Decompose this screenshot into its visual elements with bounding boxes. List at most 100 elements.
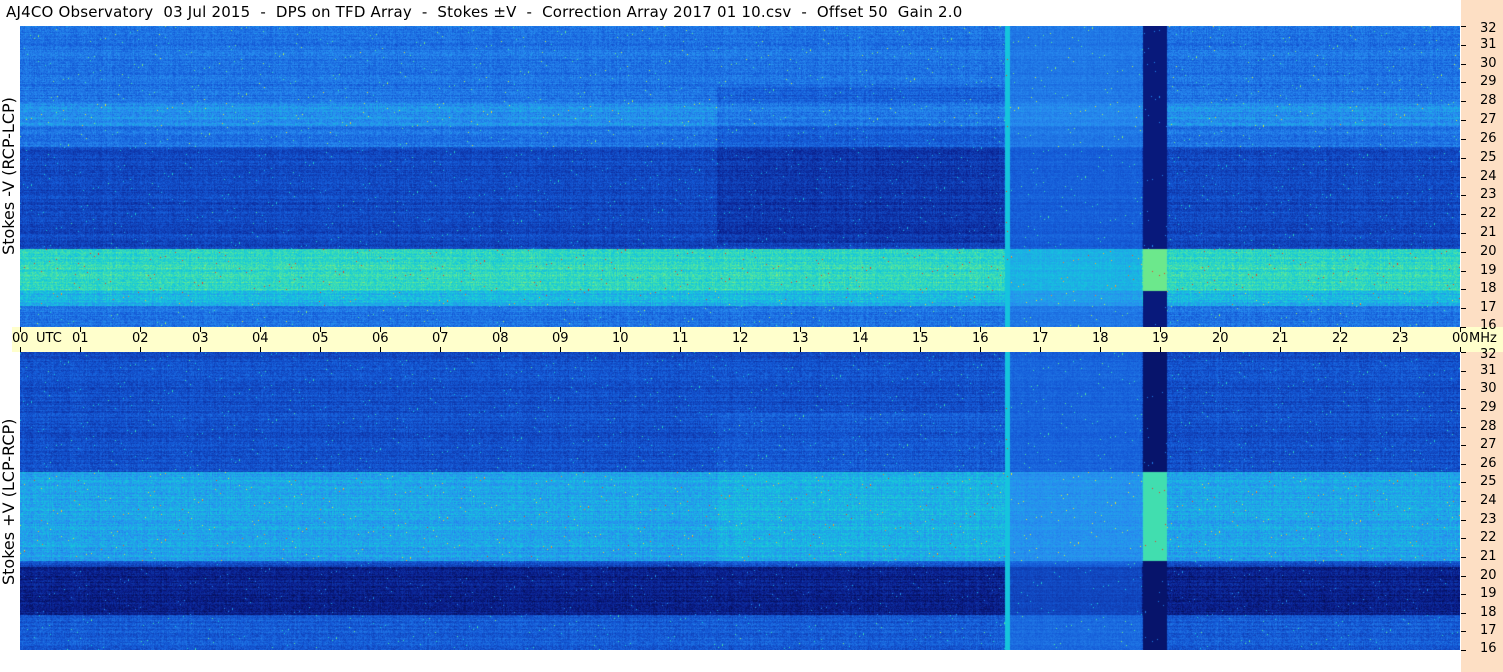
y-tick-mark [1461, 177, 1466, 178]
spectrogram-top [20, 26, 1460, 327]
y-tick-mark [1461, 327, 1466, 328]
y-tick-mark [1461, 252, 1466, 253]
x-tick-mark [140, 327, 141, 332]
y-tick-mark [1461, 45, 1466, 46]
y-tick-mark [1461, 139, 1466, 140]
x-tick-mark [500, 347, 501, 352]
y-tick-label: 23 [1480, 187, 1497, 202]
y-tick-mark [1461, 520, 1466, 521]
x-tick-label: 20 [1212, 331, 1229, 346]
x-tick-mark [980, 327, 981, 332]
y-tick-label: 20 [1480, 244, 1497, 259]
x-tick-label: 18 [1092, 331, 1109, 346]
y-tick-label: 22 [1480, 206, 1497, 221]
x-tick-mark [1400, 327, 1401, 332]
x-tick-mark [860, 327, 861, 332]
x-tick-mark [860, 347, 861, 352]
x-tick-mark [1100, 347, 1101, 352]
x-tick-label: 21 [1272, 331, 1289, 346]
x-tick-label: 08 [492, 331, 509, 346]
x-tick-mark [560, 347, 561, 352]
y-tick-label: 23 [1480, 512, 1497, 527]
x-tick-label: 06 [372, 331, 389, 346]
x-tick-mark [260, 327, 261, 332]
x-tick-label: 09 [552, 331, 569, 346]
x-tick-mark [380, 347, 381, 352]
y-tick-mark [1461, 482, 1466, 483]
x-tick-mark [1280, 327, 1281, 332]
x-tick-mark [1160, 327, 1161, 332]
x-tick-mark [740, 347, 741, 352]
y-tick-label: 25 [1480, 474, 1497, 489]
y-tick-mark [1461, 82, 1466, 83]
x-tick-mark [800, 327, 801, 332]
y-tick-mark [1461, 594, 1466, 595]
y-tick-mark [1461, 120, 1466, 121]
y-tick-label: 32 [1480, 21, 1497, 36]
spectrogram-top-canvas [20, 26, 1460, 327]
y-tick-mark [1461, 445, 1466, 446]
y-tick-label: 29 [1480, 74, 1497, 89]
x-tick-mark [500, 327, 501, 332]
x-tick-mark [140, 347, 141, 352]
x-tick-label: 03 [192, 331, 209, 346]
y-tick-label: 29 [1480, 400, 1497, 415]
x-tick-label: 19 [1152, 331, 1169, 346]
y-tick-label: 21 [1480, 225, 1497, 240]
y-tick-label: 31 [1480, 363, 1497, 378]
x-tick-label: 04 [252, 331, 269, 346]
y-tick-mark [1461, 371, 1466, 372]
y-tick-label: 16 [1480, 318, 1497, 333]
y-tick-mark [1461, 557, 1466, 558]
y-tick-label: 25 [1480, 150, 1497, 165]
y-tick-mark [1461, 464, 1466, 465]
x-tick-mark [260, 347, 261, 352]
x-tick-mark [1220, 327, 1221, 332]
y-tick-mark [1461, 308, 1466, 309]
x-tick-mark [320, 327, 321, 332]
y-tick-label: 19 [1480, 586, 1497, 601]
y-tick-label: 16 [1480, 641, 1497, 656]
y-tick-mark [1461, 631, 1466, 632]
x-tick-mark [320, 347, 321, 352]
x-tick-mark [1280, 347, 1281, 352]
bottom-panel-ylabel: Stokes +V (LCP-RCP) [0, 418, 18, 585]
spectrogram-bottom-canvas [20, 352, 1460, 650]
x-tick-label: 13 [792, 331, 809, 346]
x-tick-mark [80, 327, 81, 332]
y-tick-label: 18 [1480, 281, 1497, 296]
y-unit-label: MHz [1469, 331, 1497, 346]
x-tick-mark [1040, 347, 1041, 352]
y-tick-mark [1461, 101, 1466, 102]
y-tick-label: 18 [1480, 605, 1497, 620]
y-tick-label: 17 [1480, 300, 1497, 315]
x-tick-label: 23 [1392, 331, 1409, 346]
x-tick-mark [560, 327, 561, 332]
x-tick-mark [1340, 327, 1341, 332]
chart-title: AJ4CO Observatory 03 Jul 2015 - DPS on T… [6, 3, 963, 21]
x-tick-label: 01 [72, 331, 89, 346]
x-tick-mark [1220, 347, 1221, 352]
y-tick-label: 31 [1480, 37, 1497, 52]
x-tick-label: 14 [852, 331, 869, 346]
x-tick-mark [1400, 347, 1401, 352]
x-tick-mark [1340, 347, 1341, 352]
x-tick-mark [20, 347, 21, 352]
x-tick-mark [680, 327, 681, 332]
y-tick-mark [1461, 158, 1466, 159]
x-tick-label: 00 [12, 331, 29, 346]
y-tick-label: 19 [1480, 263, 1497, 278]
y-tick-label: 30 [1480, 381, 1497, 396]
x-unit-label: UTC [36, 331, 62, 346]
x-tick-label: 22 [1332, 331, 1349, 346]
x-tick-mark [620, 347, 621, 352]
y-tick-mark [1461, 501, 1466, 502]
y-tick-mark [1461, 538, 1466, 539]
y-tick-mark [1461, 389, 1466, 390]
y-tick-mark [1461, 352, 1466, 353]
y-tick-label: 22 [1480, 530, 1497, 545]
x-tick-mark [1040, 327, 1041, 332]
x-tick-mark [1100, 327, 1101, 332]
y-tick-mark [1461, 233, 1466, 234]
x-tick-label: 11 [672, 331, 689, 346]
